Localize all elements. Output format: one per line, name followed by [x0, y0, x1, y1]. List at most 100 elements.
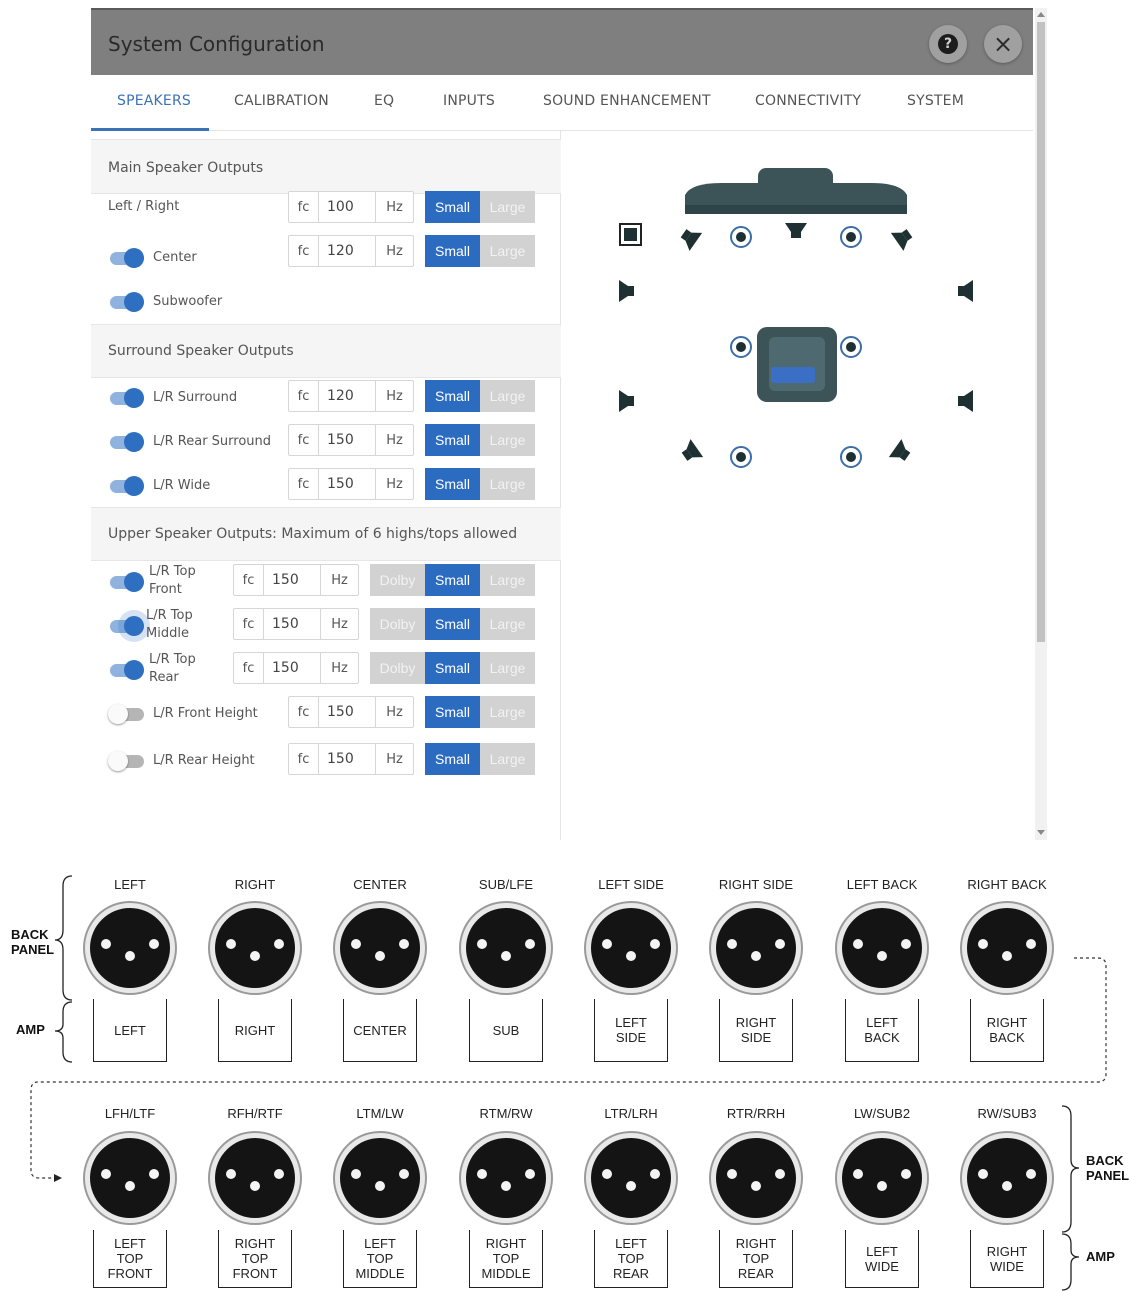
xlr-connector-icon — [584, 1131, 678, 1225]
tab-system[interactable]: SYSTEM — [907, 93, 964, 109]
xlr-pin — [274, 1169, 284, 1179]
xlr-connector-icon — [960, 1131, 1054, 1225]
row-label-lr-rear-height: L/R Rear Height — [153, 753, 255, 768]
hz-label: Hz — [375, 381, 413, 411]
hz-label: Hz — [375, 192, 413, 222]
large-button[interactable]: Large — [480, 608, 535, 640]
fc-value-input[interactable]: 150 — [327, 704, 354, 720]
tab-sound-enhancement[interactable]: SOUND ENHANCEMENT — [543, 93, 711, 109]
fc-value-input[interactable]: 150 — [272, 572, 299, 588]
xlr-pin — [602, 939, 612, 949]
toggle-lr-wide[interactable] — [108, 476, 144, 496]
small-button[interactable]: Small — [425, 235, 480, 267]
small-button[interactable]: Small — [425, 652, 480, 684]
fc-value-input[interactable]: 120 — [327, 243, 354, 259]
xlr-pin — [274, 939, 284, 949]
fc-value-input[interactable]: 150 — [272, 616, 299, 632]
close-button[interactable]: × — [984, 25, 1022, 63]
toggle-lr-top-middle[interactable] — [108, 616, 144, 636]
section-main-speaker-outputs: Main Speaker Outputs — [91, 139, 561, 194]
toggle-lr-top-rear[interactable] — [108, 660, 144, 680]
toggle-lr-rear-surround[interactable] — [108, 432, 144, 452]
crossover-lr-surround: fc 120 Hz — [288, 380, 414, 412]
xlr-pin — [751, 1181, 761, 1191]
small-button[interactable]: Small — [425, 468, 480, 500]
speaker-settings-panel: Main Speaker Outputs Left / Right fc 100… — [91, 131, 561, 840]
xlr-pin — [125, 1181, 135, 1191]
small-button[interactable]: Small — [425, 564, 480, 596]
large-button[interactable]: Large — [480, 424, 535, 456]
crossover-lr-top-rear: fc 150 Hz — [233, 652, 359, 684]
tab-calibration[interactable]: CALIBRATION — [234, 93, 329, 109]
row-label-lr-top-front: L/R Top Front — [149, 564, 196, 597]
row-label-subwoofer: Subwoofer — [153, 294, 223, 309]
xlr-pin — [477, 939, 487, 949]
scroll-down-arrow-icon[interactable] — [1037, 830, 1045, 835]
small-button[interactable]: Small — [425, 424, 480, 456]
xlr-connector-icon — [835, 1131, 929, 1225]
tab-connectivity[interactable]: CONNECTIVITY — [755, 93, 861, 109]
scroll-up-arrow-icon[interactable] — [1037, 12, 1045, 17]
vertical-scrollbar[interactable] — [1035, 8, 1047, 840]
large-button[interactable]: Large — [480, 743, 535, 775]
fc-value-input[interactable]: 150 — [272, 660, 299, 676]
xlr-pin — [751, 951, 761, 961]
xlr-pin — [399, 939, 409, 949]
dolby-button[interactable]: Dolby — [370, 564, 425, 596]
fc-value-input[interactable]: 150 — [327, 751, 354, 767]
xlr-pin — [877, 951, 887, 961]
back-panel-channel-label: LEFT — [114, 877, 146, 892]
small-button[interactable]: Small — [425, 743, 480, 775]
hz-label: Hz — [375, 236, 413, 266]
tab-inputs[interactable]: INPUTS — [443, 93, 495, 109]
size-selector-lr-top-rear: Dolby Small Large — [370, 652, 535, 684]
fc-value-input[interactable]: 100 — [327, 199, 354, 215]
xlr-pin — [226, 1169, 236, 1179]
amp-label: AMP — [16, 1022, 45, 1037]
large-button[interactable]: Large — [480, 696, 535, 728]
small-button[interactable]: Small — [425, 191, 480, 223]
size-selector-lr-rear-surround: Small Large — [425, 424, 535, 456]
xlr-pin — [853, 1169, 863, 1179]
small-button[interactable]: Small — [425, 696, 480, 728]
small-button[interactable]: Small — [425, 380, 480, 412]
arrowhead-icon — [54, 1174, 62, 1182]
fc-value-input[interactable]: 150 — [327, 432, 354, 448]
xlr-pin — [525, 939, 535, 949]
xlr-pin — [1026, 939, 1036, 949]
small-button[interactable]: Small — [425, 608, 480, 640]
xlr-pin — [853, 939, 863, 949]
large-button[interactable]: Large — [480, 468, 535, 500]
dolby-button[interactable]: Dolby — [370, 608, 425, 640]
scroll-thumb[interactable] — [1037, 22, 1045, 642]
fc-value-input[interactable]: 120 — [327, 388, 354, 404]
continuation-arrow — [30, 957, 1107, 1179]
xlr-pin — [101, 939, 111, 949]
toggle-lr-front-height[interactable] — [108, 704, 144, 724]
front-left-speaker-icon — [680, 229, 703, 251]
help-button[interactable]: ? — [929, 25, 967, 63]
amp-channel-box: RIGHT TOP REAR — [719, 1230, 793, 1288]
toggle-lr-rear-height[interactable] — [108, 751, 144, 771]
tab-speakers[interactable]: SPEAKERS — [117, 93, 191, 109]
crossover-left-right: fc 100 Hz — [288, 191, 414, 223]
toggle-center[interactable] — [108, 248, 144, 268]
tab-eq[interactable]: EQ — [374, 93, 394, 109]
fc-value-input[interactable]: 150 — [327, 476, 354, 492]
large-button[interactable]: Large — [480, 652, 535, 684]
large-button[interactable]: Large — [480, 380, 535, 412]
toggle-subwoofer[interactable] — [108, 292, 144, 312]
xlr-pin — [351, 939, 361, 949]
amp-channel-box: LEFT SIDE — [594, 999, 668, 1062]
large-button[interactable]: Large — [480, 235, 535, 267]
dolby-button[interactable]: Dolby — [370, 652, 425, 684]
section-title: Main Speaker Outputs — [108, 160, 264, 176]
back-panel-channel-label: LW/SUB2 — [853, 1106, 911, 1121]
amp-channel-box: RIGHT WIDE — [970, 1230, 1044, 1288]
xlr-pin — [775, 939, 785, 949]
large-button[interactable]: Large — [480, 564, 535, 596]
tv-display-icon — [685, 168, 907, 214]
toggle-lr-surround[interactable] — [108, 388, 144, 408]
toggle-lr-top-front[interactable] — [108, 572, 144, 592]
large-button[interactable]: Large — [480, 191, 535, 223]
